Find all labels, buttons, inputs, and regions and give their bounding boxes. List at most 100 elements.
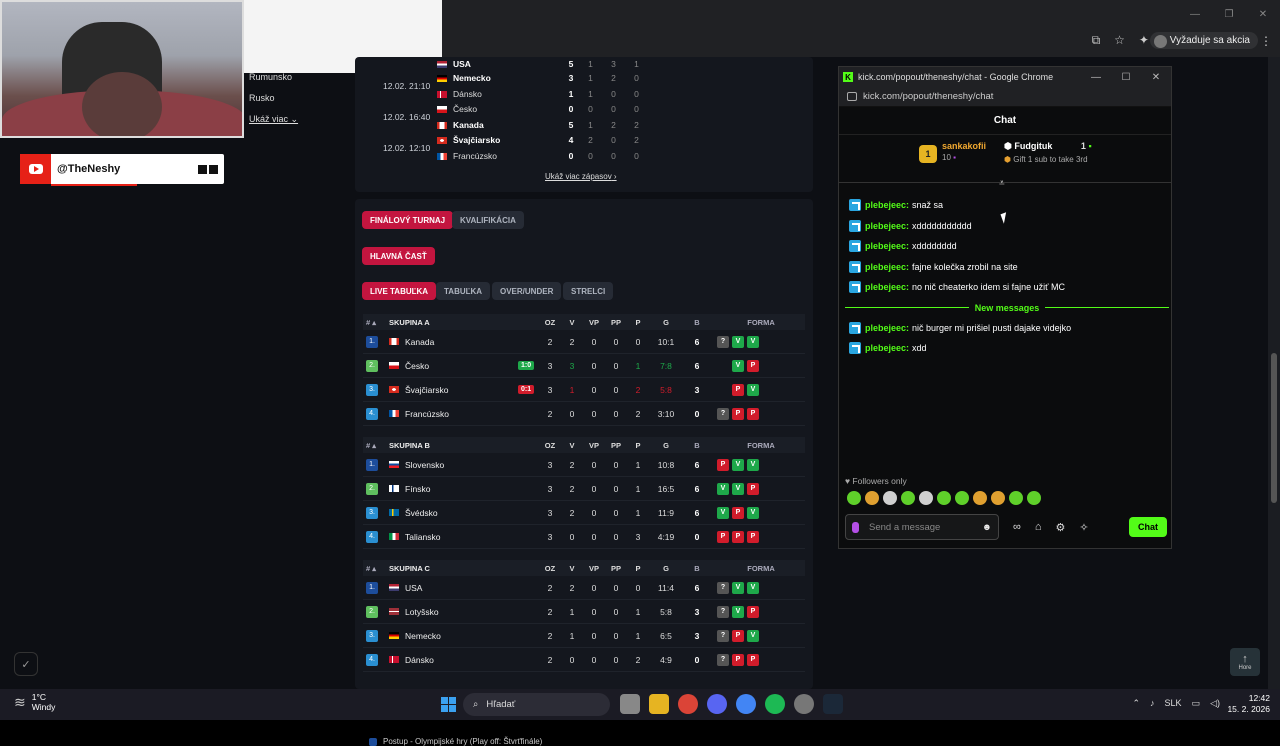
back-to-top-button[interactable]: ↑ Hore [1230,648,1260,676]
steam-icon[interactable] [823,694,843,714]
taskbar-search[interactable]: ⌕ Hľadať [463,693,610,716]
emote[interactable] [955,491,969,505]
mic-icon[interactable] [852,521,859,533]
table-row[interactable]: 1. Slovensko 3 2 0 0 1 10:8 6 P V V [363,453,805,477]
table-row[interactable]: 3. Nemecko 2 1 0 0 1 6:5 3? P V [363,624,805,648]
minimize-icon[interactable]: — [1081,67,1111,87]
chat-username[interactable]: plebejeec: [865,343,909,353]
table-row[interactable]: 1. Kanada 2 2 0 0 0 10:1 6? V V [363,330,805,354]
tab-final-tournament[interactable]: FINÁLOVÝ TURNAJ [362,211,454,229]
emote[interactable] [991,491,1005,505]
chat-username[interactable]: plebejeec: [865,282,909,292]
spotify-icon[interactable] [765,694,785,714]
update-button[interactable]: Vyžaduje sa akcia [1149,32,1258,49]
weather-widget[interactable]: ≋ 1°C Windy [14,692,55,712]
start-icon[interactable] [441,697,456,712]
maximize-icon[interactable]: ❐ [1212,0,1246,28]
table-row[interactable]: 2. Lotyšsko 2 1 0 0 1 5:8 3? V P [363,600,805,624]
column-header[interactable]: P [627,441,649,450]
column-header[interactable]: # ▴ [363,318,389,327]
column-header[interactable]: G [649,564,683,573]
emote[interactable] [901,491,915,505]
emote[interactable] [973,491,987,505]
table-row[interactable]: 4. Taliansko 3 0 0 0 3 4:19 0 P P P [363,525,805,549]
chat-message[interactable]: plebejeec: no nič cheaterko idem si fajne… [849,277,1167,298]
language-indicator[interactable]: SLK [1165,698,1182,709]
column-header[interactable]: VP [583,441,605,450]
table-row[interactable]: 2. Česko 3 3 0 0 1 7:8 6 V P 1:0 [363,354,805,378]
discord-icon[interactable] [707,694,727,714]
chat-message[interactable]: plebejeec: xdddddddd [849,236,1167,257]
chrome-icon[interactable] [678,694,698,714]
gift-prompt[interactable]: ⬢ Gift 1 sub to take 3rd [1004,155,1092,164]
clock[interactable]: 12:42 15. 2. 2026 [1227,693,1270,715]
more-matches-link[interactable]: Ukáž viac zápasov › [545,172,617,181]
column-header[interactable]: P [627,318,649,327]
tab-qualification[interactable]: KVALIFIKÁCIA [452,211,524,229]
emote[interactable] [919,491,933,505]
chat-username[interactable]: plebejeec: [865,221,909,231]
chat-message[interactable]: plebejeec: fajne kolečka zrobil na site [849,257,1167,278]
task-view-icon[interactable] [620,694,640,714]
sidebar-link[interactable]: Rumunsko [249,72,298,93]
column-header[interactable]: FORMA [711,441,805,450]
column-header[interactable]: # ▴ [363,441,389,450]
column-header[interactable]: B [683,318,711,327]
chat-input[interactable]: Send a message ☻ [845,514,999,540]
minimize-icon[interactable]: — [1178,0,1212,28]
mic-icon[interactable]: ♪ [1150,698,1155,709]
table-row[interactable]: 4. Dánsko 2 0 0 0 2 4:9 0? P P [363,648,805,672]
column-header[interactable]: # ▴ [363,564,389,573]
close-icon[interactable]: ✕ [1246,0,1280,28]
column-header[interactable]: VP [583,318,605,327]
column-header[interactable]: OZ [539,318,561,327]
column-header[interactable]: G [649,318,683,327]
close-icon[interactable]: ✕ [1141,67,1171,87]
chat-message[interactable]: plebejeec: nič burger mi prišiel pusti da… [849,318,1167,339]
column-header[interactable]: OZ [539,564,561,573]
scrollbar-thumb[interactable] [1271,353,1277,503]
column-header[interactable]: PP [605,318,627,327]
chat-username[interactable]: plebejeec: [865,241,909,251]
emote[interactable] [847,491,861,505]
column-header[interactable]: G [649,441,683,450]
table-row[interactable]: 2. Fínsko 3 2 0 0 1 16:5 6 V V P [363,477,805,501]
site-info-icon[interactable] [847,92,857,101]
emoji-icon[interactable]: ☻ [982,522,992,533]
column-header[interactable]: SKUPINA B [389,441,539,450]
tab-table[interactable]: TABUĽKA [436,282,491,300]
column-header[interactable]: P [627,564,649,573]
collapse-icon[interactable]: ⩡ [999,178,1005,189]
file-explorer-icon[interactable] [649,694,669,714]
tab-over-under[interactable]: OVER/UNDER [492,282,562,300]
column-header[interactable]: FORMA [711,318,805,327]
gift-icon[interactable]: ✧ [1079,521,1088,534]
column-header[interactable]: V [561,564,583,573]
leader-name[interactable]: sankakofii [942,141,986,151]
sidebar-link[interactable]: Rusko [249,93,298,114]
chat-url-bar[interactable]: kick.com/popout/theneshy/chat [839,87,1171,107]
infinity-icon[interactable]: ∞ [1013,521,1021,534]
gear-icon[interactable]: ⚙ [1056,521,1066,534]
gifter-name[interactable]: Fudgituk [1014,141,1052,151]
tab-main-part[interactable]: HLAVNÁ ČASŤ [362,247,435,265]
column-header[interactable]: PP [605,441,627,450]
chat-username[interactable]: plebejeec: [865,323,909,333]
menu-icon[interactable]: ⋮ [1260,34,1272,48]
column-header[interactable]: SKUPINA C [389,564,539,573]
maximize-icon[interactable]: ☐ [1111,67,1141,87]
volume-icon[interactable]: ◁) [1210,698,1220,709]
star-icon[interactable]: ☆ [1114,33,1125,48]
extensions-icon[interactable]: ✦ [1139,33,1149,48]
app-icon[interactable] [794,694,814,714]
table-row[interactable]: 4. Francúzsko 2 0 0 0 2 3:10 0? P P [363,402,805,426]
chrome-active-icon[interactable] [736,694,756,714]
column-header[interactable]: B [683,564,711,573]
shield-icon[interactable]: ✓ [14,652,38,676]
table-row[interactable]: 3. Švajčiarsko 3 1 0 0 2 5:8 3 P V 0:1 [363,378,805,402]
column-header[interactable]: V [561,441,583,450]
tab-live-table[interactable]: LIVE TABUĽKA [362,282,437,300]
install-icon[interactable]: ⧉ [1092,33,1101,48]
chat-message[interactable]: plebejeec: xdd [849,338,1167,359]
column-header[interactable]: VP [583,564,605,573]
